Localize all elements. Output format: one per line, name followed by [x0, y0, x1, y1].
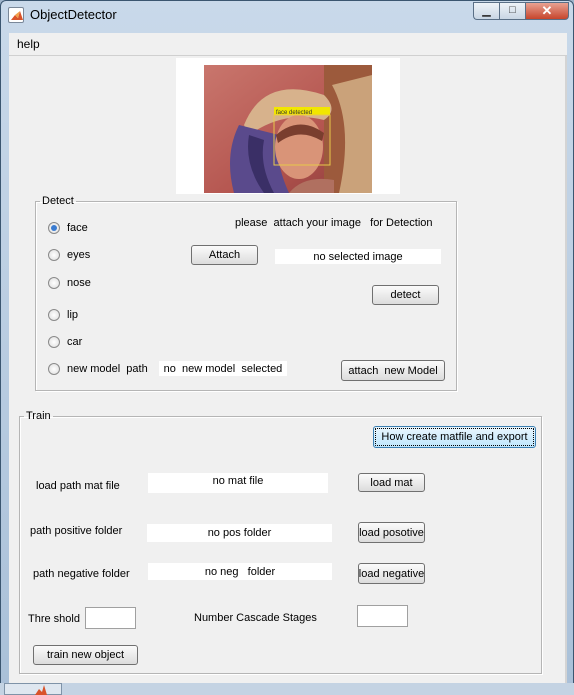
threshold-input[interactable] — [85, 607, 136, 629]
window-title: ObjectDetector — [30, 7, 117, 22]
threshold-label: Thre shold — [28, 613, 80, 625]
mat-file-status: no mat file — [148, 473, 328, 493]
taskbar — [0, 683, 574, 695]
cascade-stages-input[interactable] — [357, 605, 408, 627]
how-create-matfile-button[interactable]: How create matfile and export — [373, 426, 536, 448]
model-status: no new model selected — [159, 361, 287, 376]
title-bar[interactable]: ObjectDetector ▁ □ ✕ — [1, 1, 573, 29]
maximize-icon: □ — [509, 4, 516, 16]
close-button[interactable]: ✕ — [525, 2, 569, 20]
matlab-icon[interactable] — [8, 7, 24, 23]
train-legend: Train — [26, 410, 51, 422]
radio-eyes[interactable]: eyes — [48, 249, 90, 261]
radio-lip-indicator[interactable] — [48, 309, 60, 321]
radio-car[interactable]: car — [48, 336, 82, 348]
preview-image: face detected — [204, 65, 372, 193]
close-icon: ✕ — [541, 3, 553, 18]
negative-folder-status: no neg folder — [148, 563, 332, 580]
radio-eyes-label: eyes — [67, 249, 91, 261]
image-preview: face detected — [176, 58, 400, 194]
cascade-stages-label: Number Cascade Stages — [194, 612, 317, 624]
detect-button[interactable]: detect — [372, 285, 439, 305]
radio-nose-label: nose — [67, 277, 91, 289]
radio-new-model-path[interactable]: new model path — [48, 363, 148, 375]
load-negative-button[interactable]: load negative — [358, 563, 425, 584]
radio-lip-label: lip — [67, 309, 79, 321]
app-window: ObjectDetector ▁ □ ✕ help face detected … — [0, 0, 574, 695]
taskbar-matlab-item[interactable] — [4, 683, 62, 695]
minimize-icon: ▁ — [482, 5, 491, 17]
radio-nose-indicator[interactable] — [48, 277, 60, 289]
radio-car-label: car — [67, 336, 83, 348]
minimize-button[interactable]: ▁ — [473, 2, 499, 20]
radio-lip[interactable]: lip — [48, 309, 78, 321]
menu-bar: help — [9, 33, 567, 56]
positive-folder-status: no pos folder — [147, 524, 332, 542]
load-mat-button[interactable]: load mat — [358, 473, 425, 492]
radio-face-label: face — [67, 222, 88, 234]
radio-eyes-indicator[interactable] — [48, 249, 60, 261]
positive-folder-label: path positive folder — [30, 525, 123, 537]
detect-instruction: please attach your image for Detection — [235, 217, 433, 229]
radio-face[interactable]: face — [48, 222, 88, 234]
train-new-object-button[interactable]: train new object — [33, 645, 138, 665]
window-controls: ▁ □ ✕ — [473, 2, 569, 21]
train-panel: Train — [19, 410, 542, 674]
maximize-button[interactable]: □ — [499, 2, 525, 20]
radio-new-model-indicator[interactable] — [48, 363, 60, 375]
image-status: no selected image — [275, 249, 441, 264]
attach-button[interactable]: Attach — [191, 245, 258, 265]
radio-nose[interactable]: nose — [48, 277, 91, 289]
attach-model-button[interactable]: attach new Model — [341, 360, 445, 381]
load-positive-button[interactable]: load posotive — [358, 522, 425, 543]
matlab-taskbar-icon — [35, 685, 47, 695]
menu-help[interactable]: help — [17, 37, 40, 51]
radio-face-indicator[interactable] — [48, 222, 60, 234]
detect-legend: Detect — [42, 195, 74, 207]
negative-folder-label: path negative folder — [33, 568, 130, 580]
mat-file-label: load path mat file — [36, 480, 120, 492]
radio-new-model-label: new model path — [67, 363, 148, 375]
radio-car-indicator[interactable] — [48, 336, 60, 348]
